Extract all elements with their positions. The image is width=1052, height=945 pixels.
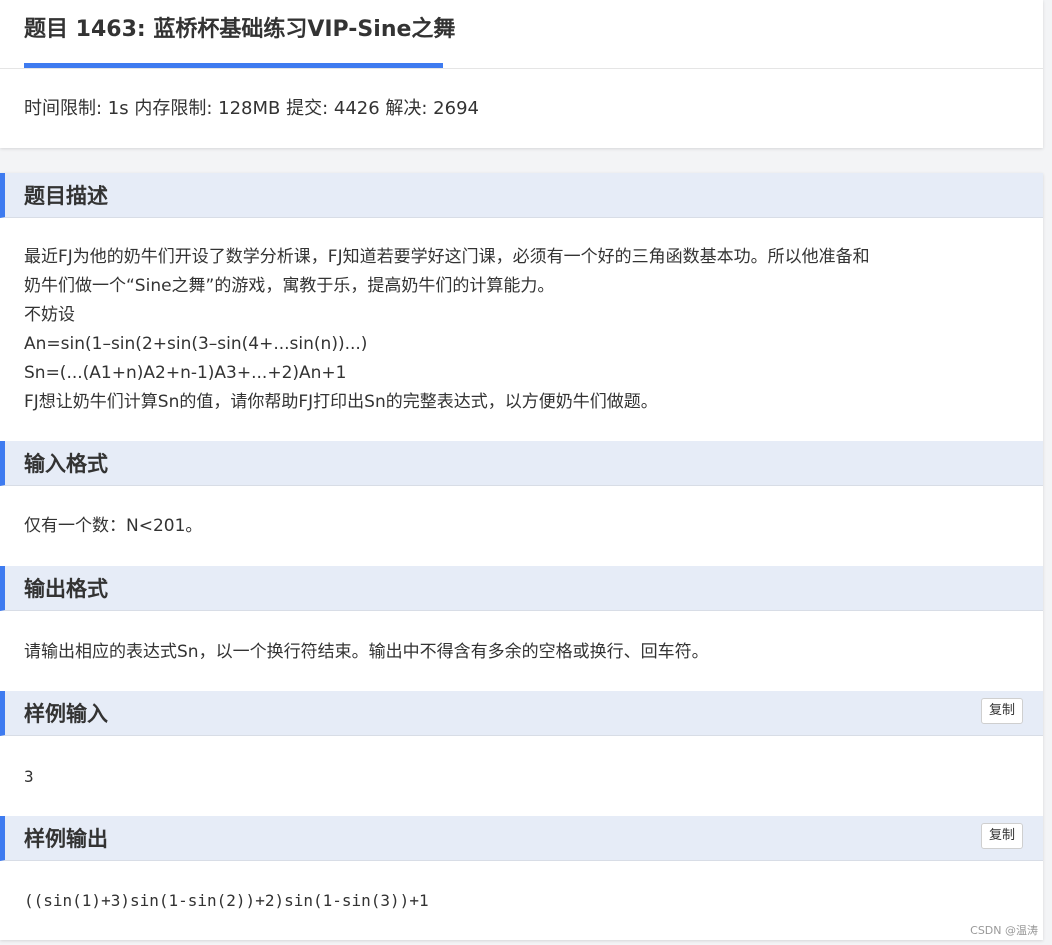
section-title-input: 输入格式 (24, 452, 108, 476)
description-line: An=sin(1–sin(2+sin(3–sin(4+...sin(n))...… (24, 334, 368, 354)
description-line: 不妨设 (24, 305, 75, 325)
problem-body-card: 题目描述 最近FJ为他的奶牛们开设了数学分析课，FJ知道若要学好这门课，必须有一… (0, 173, 1043, 940)
description-line: 奶牛们做一个“Sine之舞”的游戏，寓教于乐，提高奶牛们的计算能力。 (24, 276, 555, 296)
description-line: Sn=(...(A1+n)A2+n-1)A3+...+2)An+1 (24, 363, 347, 383)
section-header-input: 输入格式 (0, 441, 1043, 486)
output-format-text: 请输出相应的表达式Sn，以一个换行符结束。输出中不得含有多余的空格或换行、回车符… (24, 642, 709, 662)
input-format-text: 仅有一个数：N<201。 (24, 516, 203, 536)
problem-header-card: 题目 1463: 蓝桥杯基础练习VIP-Sine之舞 时间限制: 1s 内存限制… (0, 0, 1043, 148)
section-header-output: 输出格式 (0, 566, 1043, 611)
problem-title: 题目 1463: 蓝桥杯基础练习VIP-Sine之舞 (24, 17, 456, 42)
section-header-sample-input: 样例输入 复制 (0, 691, 1043, 736)
sample-input-text: 3 (24, 767, 34, 786)
description-line: FJ想让奶牛们计算Sn的值，请你帮助FJ打印出Sn的完整表达式，以方便奶牛们做题… (24, 392, 658, 412)
problem-limits: 时间限制: 1s 内存限制: 128MB 提交: 4426 解决: 2694 (24, 98, 479, 119)
section-title-description: 题目描述 (24, 184, 108, 208)
section-header-description: 题目描述 (0, 173, 1043, 218)
title-bar: 题目 1463: 蓝桥杯基础练习VIP-Sine之舞 (0, 0, 1043, 69)
sample-output-text: ((sin(1)+3)sin(1-sin(2))+2)sin(1-sin(3))… (24, 891, 429, 910)
section-title-output: 输出格式 (24, 577, 108, 601)
description-line: 最近FJ为他的奶牛们开设了数学分析课，FJ知道若要学好这门课，必须有一个好的三角… (24, 247, 870, 267)
csdn-watermark: CSDN @温涛 (970, 924, 1038, 937)
section-header-sample-output: 样例输出 复制 (0, 816, 1043, 861)
section-title-sample-input: 样例输入 (24, 702, 108, 726)
section-title-sample-output: 样例输出 (24, 827, 108, 851)
title-underline (24, 63, 443, 68)
description-body: 最近FJ为他的奶牛们开设了数学分析课，FJ知道若要学好这门课，必须有一个好的三角… (24, 243, 1019, 417)
copy-sample-output-button[interactable]: 复制 (980, 823, 1023, 849)
copy-sample-input-button[interactable]: 复制 (980, 698, 1023, 724)
